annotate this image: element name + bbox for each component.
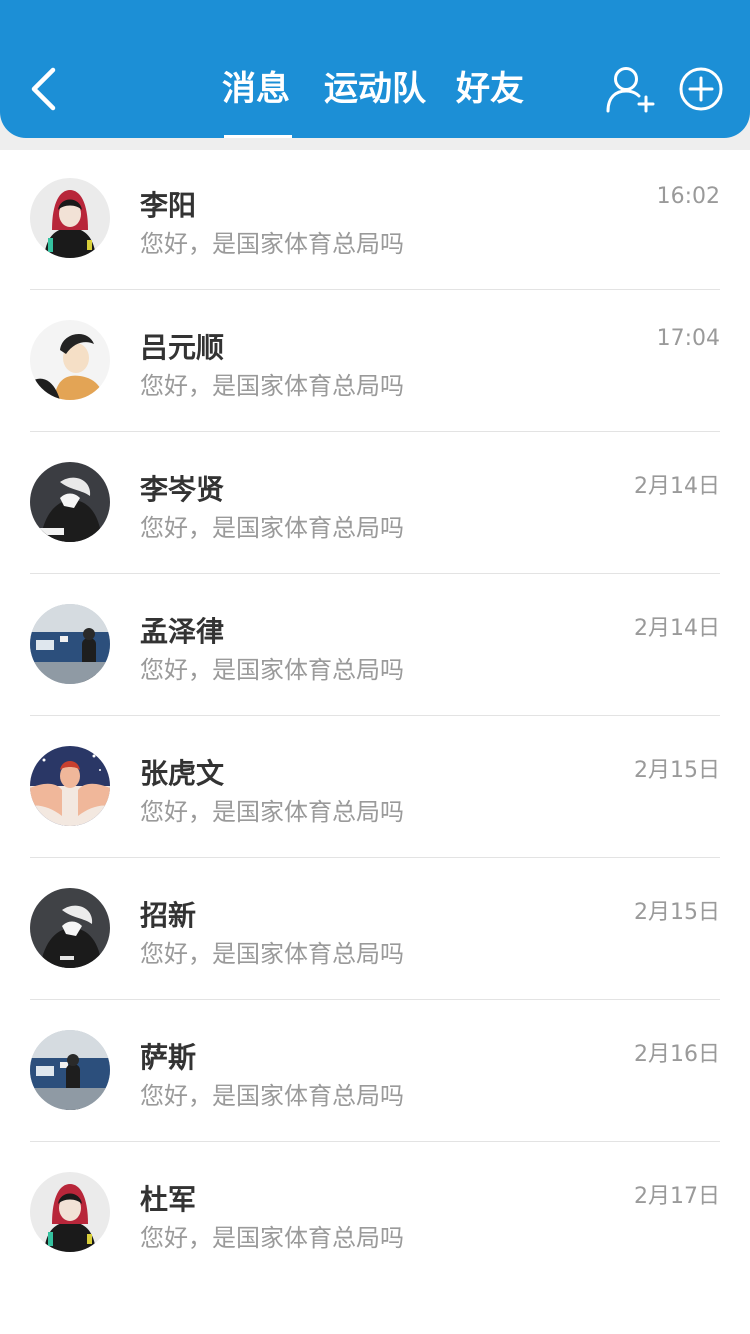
message-list: 李阳 您好，是国家体育总局吗 16:02 吕元顺 您好，是国家体育总局吗 17:… [0, 148, 750, 1284]
tab-sports-team-label: 运动队 [324, 69, 426, 109]
back-button[interactable] [22, 62, 66, 116]
contact-name: 张虎文 [140, 757, 225, 790]
avatar [30, 320, 110, 400]
message-preview: 您好，是国家体育总局吗 [140, 656, 404, 684]
tab-friends[interactable]: 好友 [456, 60, 524, 138]
message-row[interactable]: 孟泽律 您好，是国家体育总局吗 2月14日 [0, 574, 750, 716]
contact-name: 李岑贤 [140, 473, 225, 506]
message-time: 2月14日 [634, 474, 720, 499]
contact-name: 萨斯 [140, 1041, 197, 1074]
plus-circle-icon [679, 67, 723, 111]
message-row[interactable]: 李阳 您好，是国家体育总局吗 16:02 [0, 148, 750, 290]
avatar [30, 462, 110, 542]
message-preview: 您好，是国家体育总局吗 [140, 372, 404, 400]
message-preview: 您好，是国家体育总局吗 [140, 230, 404, 258]
message-time: 2月16日 [634, 1042, 720, 1067]
tab-messages-label: 消息 [222, 69, 290, 109]
contact-name: 李阳 [140, 189, 197, 222]
message-time: 2月15日 [634, 758, 720, 783]
message-row[interactable]: 萨斯 您好，是国家体育总局吗 2月16日 [0, 1000, 750, 1142]
chevron-left-icon [31, 67, 56, 111]
message-time: 16:02 [656, 184, 720, 209]
message-row[interactable]: 杜军 您好，是国家体育总局吗 2月17日 [0, 1142, 750, 1284]
tab-friends-label: 好友 [456, 69, 524, 109]
message-preview: 您好，是国家体育总局吗 [140, 1224, 404, 1252]
add-friend-button[interactable] [604, 64, 656, 116]
contact-name: 孟泽律 [140, 615, 225, 648]
active-tab-indicator [224, 135, 292, 138]
add-user-icon [606, 67, 655, 113]
message-row[interactable]: 吕元顺 您好，是国家体育总局吗 17:04 [0, 290, 750, 432]
message-preview: 您好，是国家体育总局吗 [140, 940, 404, 968]
contact-name: 招新 [140, 899, 197, 932]
contact-name: 吕元顺 [140, 331, 225, 364]
add-button[interactable] [678, 66, 724, 112]
message-preview: 您好，是国家体育总局吗 [140, 798, 404, 826]
avatar [30, 888, 110, 968]
message-row[interactable]: 李岑贤 您好，是国家体育总局吗 2月14日 [0, 432, 750, 574]
message-preview: 您好，是国家体育总局吗 [140, 514, 404, 542]
message-time: 17:04 [656, 326, 720, 351]
message-time: 2月14日 [634, 616, 720, 641]
avatar [30, 1172, 110, 1252]
message-time: 2月17日 [634, 1184, 720, 1209]
tab-messages[interactable]: 消息 [222, 60, 292, 138]
top-nav-bar: 消息 运动队 好友 [0, 0, 750, 138]
avatar [30, 178, 110, 258]
contact-name: 杜军 [140, 1183, 197, 1216]
message-row[interactable]: 张虎文 您好，是国家体育总局吗 2月15日 [0, 716, 750, 858]
avatar [30, 746, 110, 826]
avatar [30, 1030, 110, 1110]
message-time: 2月15日 [634, 900, 720, 925]
message-row[interactable]: 招新 您好，是国家体育总局吗 2月15日 [0, 858, 750, 1000]
tab-bar: 消息 运动队 好友 [210, 60, 524, 138]
avatar [30, 604, 110, 684]
tab-sports-team[interactable]: 运动队 [324, 60, 426, 138]
message-preview: 您好，是国家体育总局吗 [140, 1082, 404, 1110]
